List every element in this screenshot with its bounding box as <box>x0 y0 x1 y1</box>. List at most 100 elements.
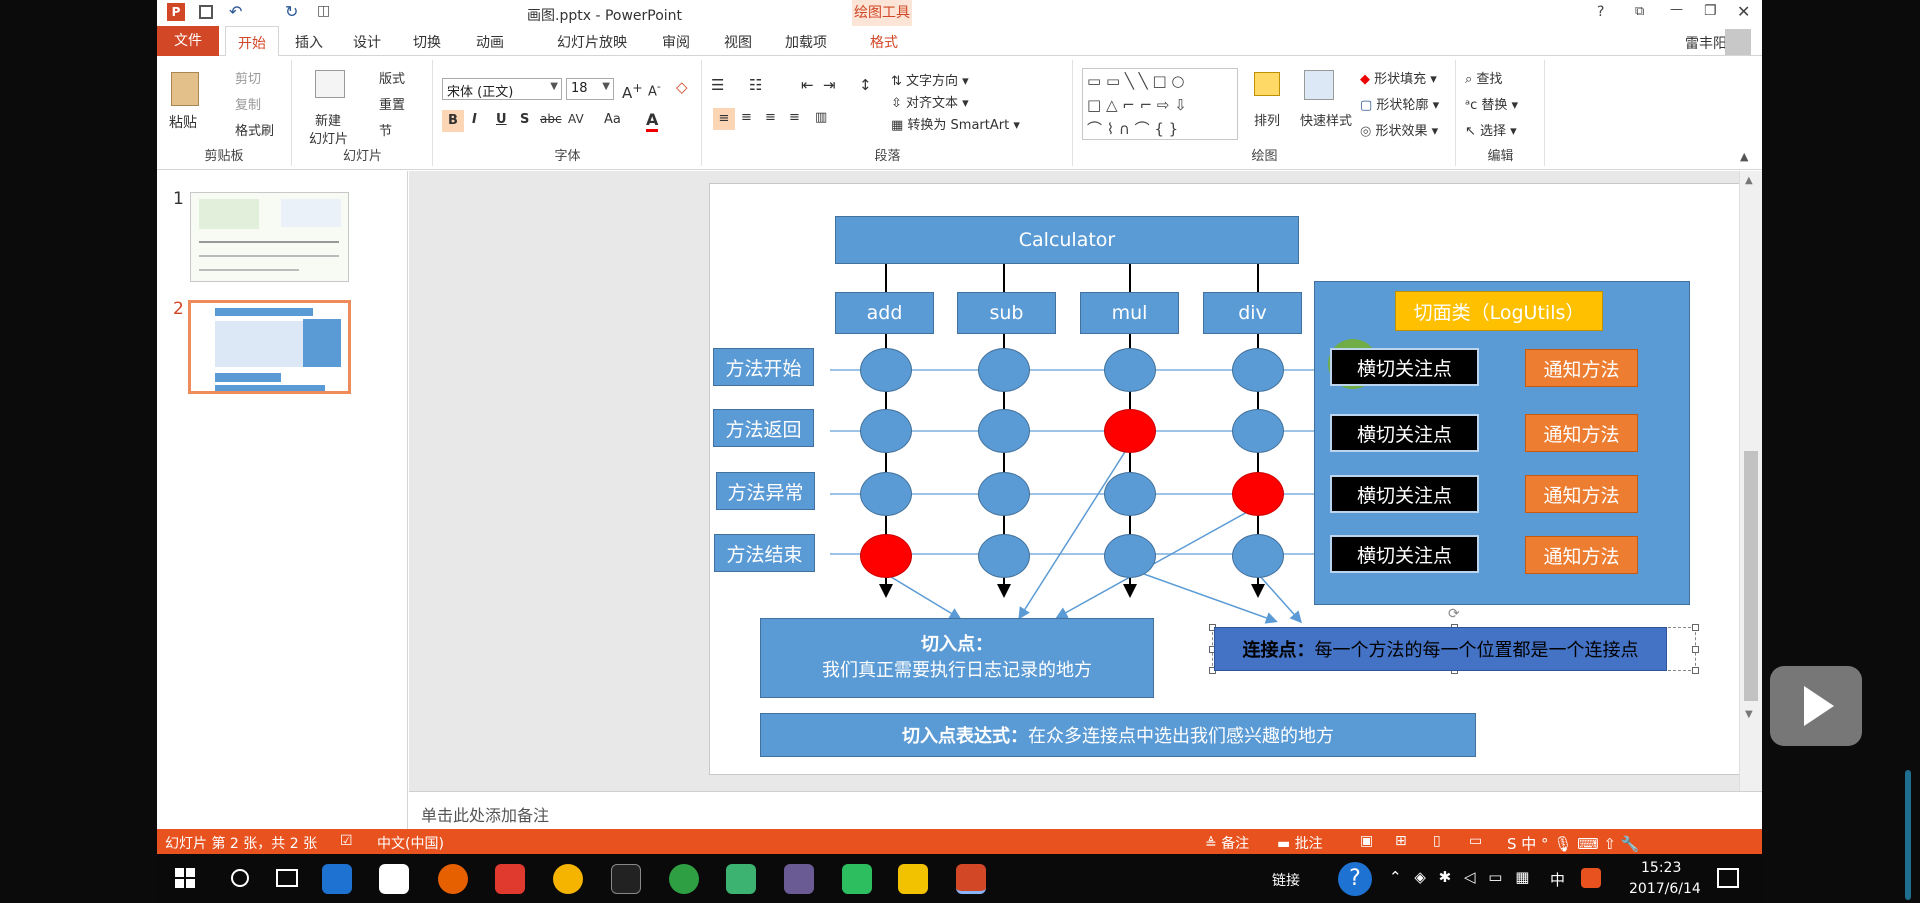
close-button[interactable]: ✕ <box>1737 2 1750 21</box>
align-center-button[interactable]: ≡ <box>741 110 752 125</box>
join-point-node[interactable] <box>978 472 1030 516</box>
reading-view-icon[interactable]: ▯ <box>1433 833 1441 849</box>
slideshow-view-icon[interactable]: ▭ <box>1469 833 1482 849</box>
bullets-button[interactable]: ☰ <box>711 76 724 94</box>
cut-button[interactable]: 剪切 <box>235 68 261 87</box>
user-name[interactable]: 雷丰阳 <box>1685 33 1727 53</box>
arrange-icon[interactable] <box>1254 72 1280 96</box>
chrome-icon[interactable] <box>553 864 583 894</box>
line-spacing-button[interactable]: ↕ <box>859 76 872 94</box>
edge-icon[interactable] <box>322 864 352 894</box>
advice-method-4[interactable]: 通知方法 <box>1525 536 1638 574</box>
copy-button[interactable]: 复制 <box>235 94 261 113</box>
notes-button[interactable]: ≜ 备注 <box>1205 833 1249 853</box>
tab-view[interactable]: 视图 <box>724 32 752 52</box>
tool-icon[interactable] <box>611 864 641 894</box>
row-label-end[interactable]: 方法结束 <box>714 534 815 572</box>
method-sub[interactable]: sub <box>957 292 1056 334</box>
aspect-title[interactable]: 切面类（LogUtils） <box>1395 291 1603 331</box>
restore-button[interactable]: ❐ <box>1704 3 1717 19</box>
bold-button[interactable]: B <box>442 110 464 132</box>
collapse-ribbon-icon[interactable]: ▲ <box>1740 150 1748 163</box>
vertical-scrollbar[interactable]: ▲ ▼ <box>1739 171 1762 791</box>
evernote-icon[interactable] <box>842 864 872 894</box>
clock-date[interactable]: 2017/6/14 <box>1629 881 1701 897</box>
convert-smartart-button[interactable]: ▦ 转换为 SmartArt ▾ <box>891 114 1020 133</box>
italic-button[interactable]: I <box>472 112 477 127</box>
link-label[interactable]: 链接 <box>1272 870 1300 890</box>
powerpoint-taskbar-icon[interactable] <box>956 864 986 894</box>
strikethrough-button[interactable]: abc <box>540 112 562 126</box>
tray-icons[interactable]: ⌃ ◈ ✱ ◁ ▭ ▦ <box>1389 868 1533 886</box>
advice-method-2[interactable]: 通知方法 <box>1525 414 1638 452</box>
pointcut-node[interactable] <box>1104 409 1156 453</box>
normal-view-icon[interactable]: ▣ <box>1360 833 1373 849</box>
change-case-button[interactable]: Aa <box>604 112 621 127</box>
find-button[interactable]: ⌕ 查找 <box>1465 68 1502 87</box>
video-progress-bar[interactable] <box>1905 770 1911 900</box>
shape-outline-button[interactable]: ▢ 形状轮廓 ▾ <box>1360 94 1439 113</box>
new-slide-icon[interactable] <box>315 70 345 98</box>
shape-effects-button[interactable]: ◎ 形状效果 ▾ <box>1360 120 1438 139</box>
pointcut-expression-box[interactable]: 切入点表达式： 在众多连接点中选出我们感兴趣的地方 <box>760 713 1476 757</box>
tab-slideshow[interactable]: 幻灯片放映 <box>557 32 627 52</box>
slide-thumbnail-2[interactable] <box>188 300 351 394</box>
shrink-font-button[interactable]: A- <box>648 80 661 99</box>
crosscut-concern-3[interactable]: 横切关注点 <box>1330 475 1479 513</box>
method-mul[interactable]: mul <box>1080 292 1179 334</box>
join-point-node[interactable] <box>860 409 912 453</box>
pointcut-node[interactable] <box>860 534 912 578</box>
tab-home[interactable]: 开始 <box>225 26 279 57</box>
pointcut-box[interactable]: 切入点： 我们真正需要执行日志记录的地方 <box>760 618 1154 698</box>
start-button[interactable] <box>175 868 195 888</box>
joinpoint-box[interactable]: 连接点： 每一个方法的每一个位置都是一个连接点 <box>1214 627 1667 671</box>
join-point-node[interactable] <box>1104 472 1156 516</box>
font-color-button[interactable]: A <box>646 110 659 132</box>
shadow-button[interactable]: S <box>520 112 529 127</box>
scroll-thumb[interactable] <box>1744 451 1758 701</box>
help-circle-icon[interactable]: ? <box>1338 862 1372 896</box>
justify-button[interactable]: ≡ <box>789 110 800 125</box>
join-point-node[interactable] <box>1232 409 1284 453</box>
ime-toolbar[interactable]: S 中 ° 🎙 ⌨ ⇧ 🔧 <box>1507 833 1640 854</box>
notes-placeholder[interactable]: 单击此处添加备注 <box>421 802 549 826</box>
tab-animations[interactable]: 动画 <box>476 32 504 52</box>
action-center-icon[interactable] <box>1717 868 1739 888</box>
section-button[interactable]: 节 <box>379 120 392 139</box>
clock-time[interactable]: 15:23 <box>1641 860 1681 876</box>
paste-button[interactable]: 粘贴 <box>169 112 197 132</box>
sogou-icon[interactable] <box>1581 868 1601 888</box>
pointcut-node[interactable] <box>1232 472 1284 516</box>
tab-transitions[interactable]: 切换 <box>413 32 441 52</box>
refresh-app-icon[interactable] <box>669 864 699 894</box>
row-label-exception[interactable]: 方法异常 <box>716 472 815 510</box>
avatar[interactable] <box>1725 29 1751 55</box>
rotate-handle-icon[interactable]: ⟳ <box>1448 606 1460 622</box>
tab-insert[interactable]: 插入 <box>295 32 323 52</box>
notes-app-icon[interactable] <box>898 864 928 894</box>
tab-addins[interactable]: 加载项 <box>785 32 827 52</box>
join-point-node[interactable] <box>1104 348 1156 392</box>
font-name-select[interactable]: 宋体 (正文) ▼ <box>442 78 562 100</box>
columns-button[interactable]: ▥ <box>815 110 827 125</box>
join-point-node[interactable] <box>978 534 1030 578</box>
ribbon-display-button[interactable]: ⧉ <box>1635 4 1644 19</box>
scroll-up-icon[interactable]: ▲ <box>1745 175 1753 186</box>
join-point-node[interactable] <box>1104 534 1156 578</box>
join-point-node[interactable] <box>978 409 1030 453</box>
decrease-indent-button[interactable]: ⇤ <box>801 76 814 94</box>
reset-button[interactable]: 重置 <box>379 94 405 113</box>
increase-indent-button[interactable]: ⇥ <box>823 76 836 94</box>
align-right-button[interactable]: ≡ <box>765 110 776 125</box>
spell-check-icon[interactable]: ☑ <box>340 833 353 849</box>
new-slide-button[interactable]: 新建 <box>315 110 341 129</box>
advice-method-1[interactable]: 通知方法 <box>1525 349 1638 387</box>
arrange-button[interactable]: 排列 <box>1254 110 1280 129</box>
crosscut-concern-4[interactable]: 横切关注点 <box>1330 535 1479 573</box>
clear-format-button[interactable]: ◇ <box>676 78 688 96</box>
layout-button[interactable]: 版式 <box>379 68 405 87</box>
minimize-button[interactable]: — <box>1670 2 1683 17</box>
calculator-box[interactable]: Calculator <box>835 216 1299 264</box>
store-icon[interactable] <box>379 864 409 894</box>
slide-canvas[interactable]: Calculator add sub mul div 方法开始 方法返回 方法异… <box>709 183 1762 775</box>
